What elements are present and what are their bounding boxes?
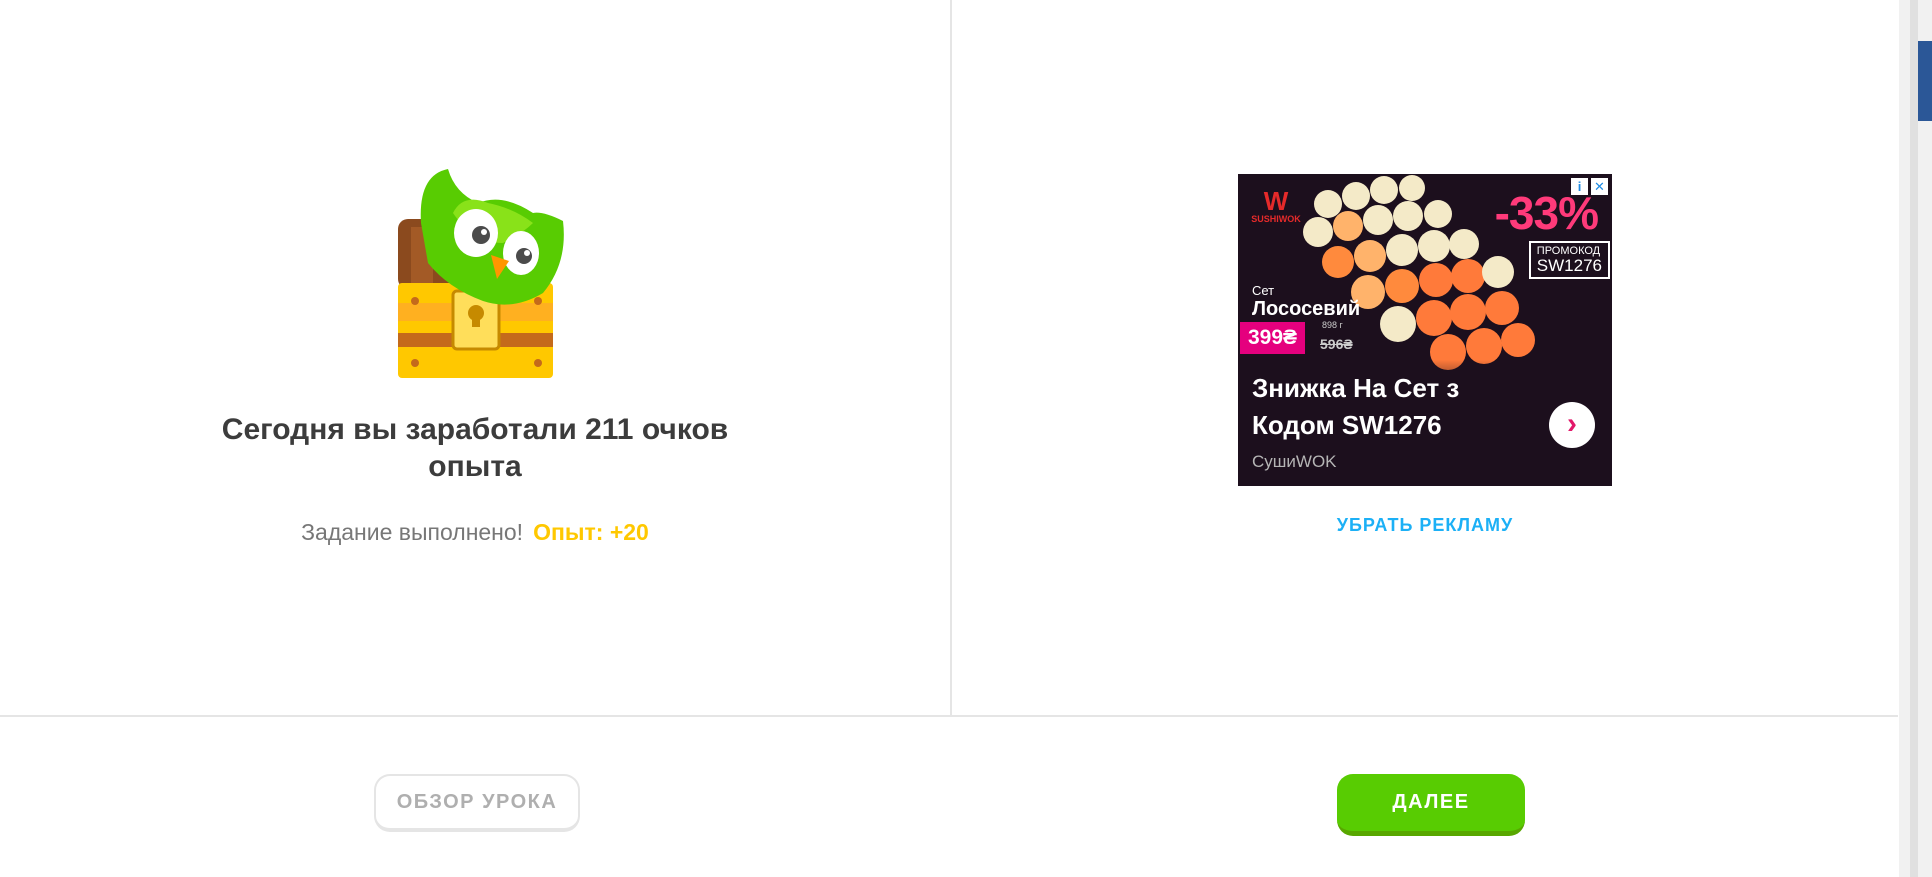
ad-title[interactable]: Знижка На Сет з Кодом SW1276	[1252, 370, 1502, 444]
task-complete-row: Задание выполнено! Опыт: +20	[190, 519, 760, 546]
vertical-divider	[950, 0, 952, 716]
scrollbar-track[interactable]	[1910, 0, 1918, 877]
review-lesson-button[interactable]: ОБЗОР УРОКА	[374, 774, 580, 832]
horizontal-divider	[0, 715, 1898, 717]
advertisement-banner[interactable]: W SUSHIWOK -33% ПРОМОКОД SW1276 Сет Лосо…	[1238, 174, 1612, 486]
owl-treasure-chest-icon	[398, 169, 564, 378]
xp-bonus-text: Опыт: +20	[533, 519, 649, 545]
ad-promo-code: SW1276	[1536, 256, 1602, 275]
ad-controls: i ✕	[1571, 178, 1608, 195]
ad-weight: 898 г	[1322, 320, 1343, 330]
ad-close-icon[interactable]: ✕	[1591, 178, 1608, 195]
ad-advertiser: СушиWOK	[1252, 452, 1337, 471]
ad-old-price: 596₴	[1320, 336, 1353, 352]
ad-set-label: Сет	[1252, 283, 1275, 298]
xp-earned-headline: Сегодня вы заработали 211 очков опыта	[221, 413, 729, 483]
ad-arrow-icon[interactable]: ›	[1549, 402, 1595, 448]
next-button[interactable]: ДАЛЕЕ	[1337, 774, 1525, 836]
ad-set-name: Лососевий	[1252, 298, 1361, 320]
ad-info-icon[interactable]: i	[1571, 178, 1588, 195]
scrollbar-thumb[interactable]	[1918, 41, 1932, 121]
task-complete-text: Задание выполнено!	[301, 519, 524, 545]
ad-price: 399₴	[1240, 322, 1306, 354]
remove-ads-link[interactable]: УБРАТЬ РЕКЛАМУ	[1238, 515, 1612, 536]
lesson-complete-page: Сегодня вы заработали 211 очков опыта За…	[0, 0, 1898, 877]
ad-promo-box: ПРОМОКОД SW1276	[1528, 241, 1610, 279]
sushiwok-logo: W SUSHIWOK	[1251, 186, 1301, 224]
